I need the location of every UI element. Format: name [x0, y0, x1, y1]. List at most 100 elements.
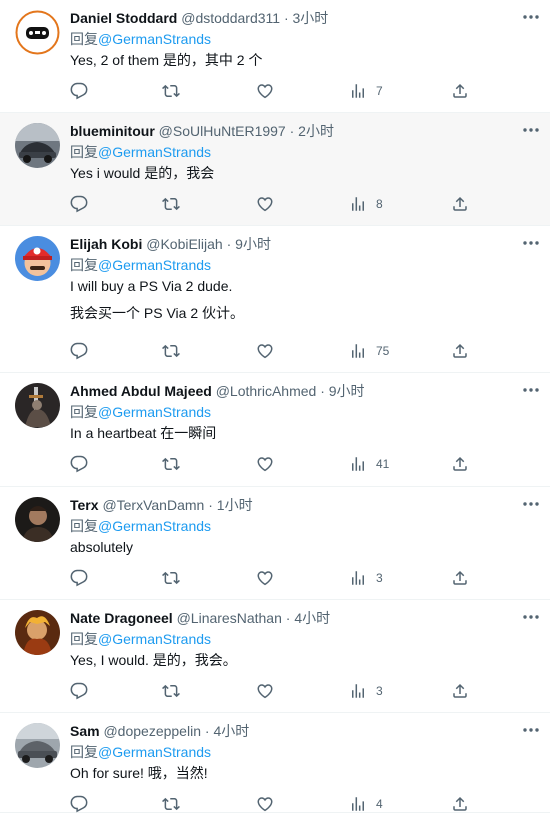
retweet-icon [162, 82, 180, 100]
timestamp[interactable]: 9小时 [235, 236, 271, 252]
like-button[interactable] [256, 794, 274, 813]
retweet-button[interactable] [162, 794, 180, 813]
retweet-button[interactable] [162, 194, 180, 214]
display-name[interactable]: Elijah Kobi [70, 236, 142, 252]
like-button[interactable] [256, 341, 274, 361]
retweet-icon [162, 569, 180, 587]
reply-button[interactable] [70, 341, 88, 361]
user-handle[interactable]: @TerxVanDamn [102, 497, 204, 513]
share-icon [451, 82, 469, 100]
views-chart-icon [349, 455, 367, 473]
avatar[interactable] [15, 236, 60, 281]
avatar[interactable] [15, 123, 60, 168]
reply-card[interactable]: Sam @dopezeppelin · 4小时 回复@GermanStrands O… [0, 713, 550, 813]
reply-card[interactable]: Nate Dragoneel @LinaresNathan · 4小时 回复@Ge… [0, 600, 550, 713]
display-name[interactable]: Nate Dragoneel [70, 610, 173, 626]
timestamp[interactable]: 4小时 [294, 610, 330, 626]
replying-to-handle[interactable]: @GermanStrands [98, 257, 211, 273]
share-icon [451, 195, 469, 213]
more-dots-icon[interactable] [520, 383, 542, 397]
reply-button[interactable] [70, 568, 88, 588]
more-dots-icon[interactable] [520, 497, 542, 511]
reply-button[interactable] [70, 194, 88, 214]
views-button[interactable]: 75 [349, 341, 389, 361]
views-button[interactable]: 8 [349, 194, 383, 214]
avatar[interactable] [15, 10, 60, 55]
views-button[interactable]: 3 [349, 568, 383, 588]
reply-header: Terx @TerxVanDamn · 1小时 [70, 496, 536, 514]
timestamp[interactable]: 2小时 [298, 123, 334, 139]
user-handle[interactable]: @KobiElijah [146, 236, 222, 252]
reply-content: blueminitour @SoUlHuNtER1997 · 2小时 回复@Ger… [70, 122, 536, 182]
more-dots-icon[interactable] [520, 236, 542, 250]
views-button[interactable]: 41 [349, 454, 389, 474]
replying-to: 回复@GermanStrands [70, 256, 536, 274]
share-button[interactable] [451, 794, 469, 813]
share-button[interactable] [451, 194, 469, 214]
user-handle[interactable]: @LinaresNathan [177, 610, 282, 626]
replying-to-handle[interactable]: @GermanStrands [98, 144, 211, 160]
replying-to-handle[interactable]: @GermanStrands [98, 31, 211, 47]
reply-content: Daniel Stoddard @dstoddard311 · 3小时 回复@Ge… [70, 9, 536, 69]
user-handle[interactable]: @dopezeppelin [103, 723, 201, 739]
share-button[interactable] [451, 681, 469, 701]
reply-card[interactable]: blueminitour @SoUlHuNtER1997 · 2小时 回复@Ger… [0, 113, 550, 226]
timestamp[interactable]: 1小时 [217, 497, 253, 513]
more-dots-icon[interactable] [520, 610, 542, 624]
display-name[interactable]: Ahmed Abdul Majeed [70, 383, 212, 399]
avatar[interactable] [15, 497, 60, 542]
reply-button[interactable] [70, 454, 88, 474]
display-name[interactable]: blueminitour [70, 123, 155, 139]
replying-to-handle[interactable]: @GermanStrands [98, 404, 211, 420]
reply-card[interactable]: Terx @TerxVanDamn · 1小时 回复@GermanStrands a… [0, 487, 550, 600]
avatar[interactable] [15, 383, 60, 428]
like-button[interactable] [256, 454, 274, 474]
more-dots-icon[interactable] [520, 123, 542, 137]
replying-to-label: 回复 [70, 631, 98, 647]
view-count: 3 [376, 684, 383, 698]
avatar[interactable] [15, 610, 60, 655]
like-button[interactable] [256, 194, 274, 214]
heart-icon [256, 795, 274, 813]
views-button[interactable]: 3 [349, 681, 383, 701]
retweet-button[interactable] [162, 568, 180, 588]
share-button[interactable] [451, 341, 469, 361]
reply-card[interactable]: Elijah Kobi @KobiElijah · 9小时 回复@GermanSt… [0, 226, 550, 373]
timestamp[interactable]: 4小时 [213, 723, 249, 739]
display-name[interactable]: Sam [70, 723, 100, 739]
replying-to-handle[interactable]: @GermanStrands [98, 631, 211, 647]
retweet-button[interactable] [162, 454, 180, 474]
like-button[interactable] [256, 681, 274, 701]
views-button[interactable]: 7 [349, 81, 383, 101]
comment-icon [70, 195, 88, 213]
share-button[interactable] [451, 454, 469, 474]
like-button[interactable] [256, 81, 274, 101]
replying-to-handle[interactable]: @GermanStrands [98, 744, 211, 760]
replying-to-handle[interactable]: @GermanStrands [98, 518, 211, 534]
more-dots-icon[interactable] [520, 723, 542, 737]
reply-card[interactable]: Ahmed Abdul Majeed @LothricAhmed · 9小时 回复… [0, 373, 550, 487]
avatar[interactable] [15, 723, 60, 768]
reply-button[interactable] [70, 681, 88, 701]
retweet-button[interactable] [162, 341, 180, 361]
timestamp[interactable]: 9小时 [329, 383, 365, 399]
action-bar: 8 [70, 194, 470, 214]
share-button[interactable] [451, 81, 469, 101]
user-handle[interactable]: @LothricAhmed [216, 383, 317, 399]
share-button[interactable] [451, 568, 469, 588]
reply-button[interactable] [70, 794, 88, 813]
comment-icon [70, 82, 88, 100]
like-button[interactable] [256, 568, 274, 588]
views-button[interactable]: 4 [349, 794, 383, 813]
more-dots-icon[interactable] [520, 10, 542, 24]
display-name[interactable]: Daniel Stoddard [70, 10, 177, 26]
user-handle[interactable]: @SoUlHuNtER1997 [159, 123, 286, 139]
retweet-button[interactable] [162, 81, 180, 101]
retweet-button[interactable] [162, 681, 180, 701]
user-handle[interactable]: @dstoddard311 [181, 10, 280, 26]
timestamp[interactable]: 3小时 [293, 10, 329, 26]
replying-to: 回复@GermanStrands [70, 743, 536, 761]
reply-card[interactable]: Daniel Stoddard @dstoddard311 · 3小时 回复@Ge… [0, 0, 550, 113]
display-name[interactable]: Terx [70, 497, 99, 513]
reply-button[interactable] [70, 81, 88, 101]
